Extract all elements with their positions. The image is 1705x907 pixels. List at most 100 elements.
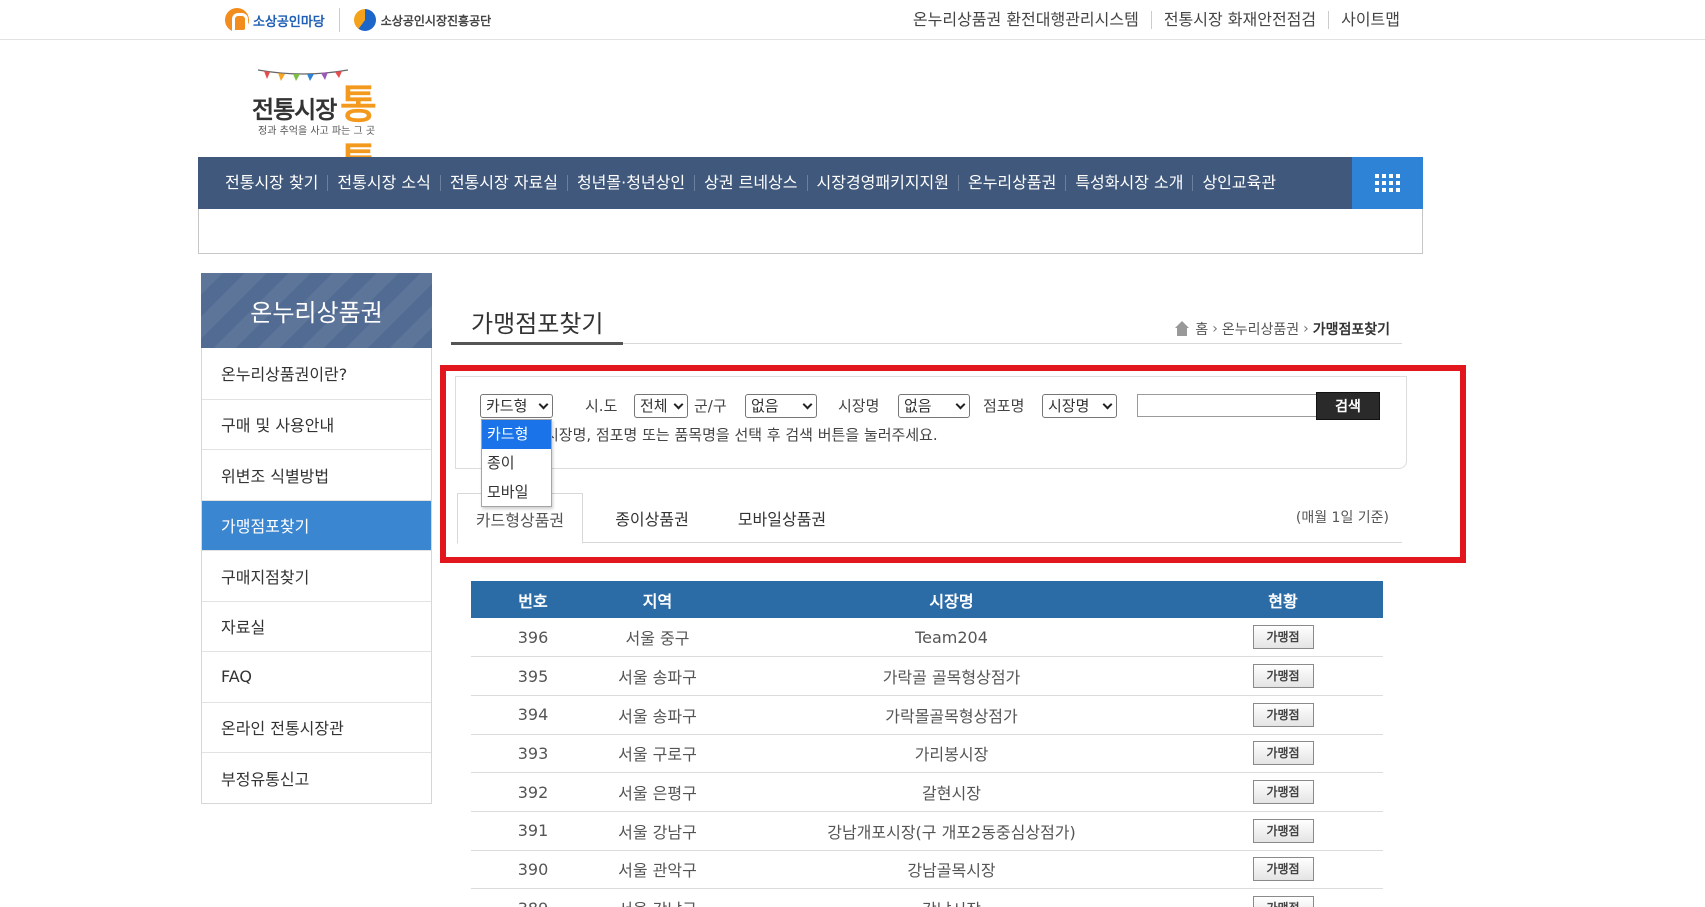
store-list-button[interactable]: 가맹점: [1252, 702, 1314, 727]
semas-logo-icon: [353, 9, 376, 31]
highlight-annotation-box: [440, 365, 1466, 563]
home-icon[interactable]: [1173, 321, 1191, 337]
semas-logo[interactable]: 소상공인시장진흥공단: [353, 9, 492, 31]
sbiz-logo[interactable]: 소상공인마당: [225, 8, 325, 33]
store-list-button[interactable]: 가맹점: [1252, 857, 1314, 882]
gnb-item-find-market[interactable]: 전통시장 찾기: [216, 175, 327, 191]
cell-number: 392: [471, 772, 595, 812]
cell-number: 389: [471, 888, 595, 907]
column-header-number: 번호: [471, 581, 595, 618]
util-divider: [338, 8, 340, 32]
gnb-item-archive[interactable]: 전통시장 자료실: [439, 175, 567, 191]
side-nav-list: 온누리상품권이란? 구매 및 사용안내 위변조 식별방법 가맹점포찾기 구매지점…: [201, 348, 432, 804]
store-list-button[interactable]: 가맹점: [1252, 896, 1314, 907]
cell-market: Team204: [720, 618, 1183, 658]
utility-bar: 소상공인마당 소상공인시장진흥공단 온누리상품권 환전대행관리시스템 전통시장 …: [0, 0, 1705, 40]
table-header-row: 번호 지역 시장명 현황: [471, 581, 1383, 618]
side-nav-item-guide[interactable]: 구매 및 사용안내: [202, 398, 431, 450]
breadcrumb-separator-icon: ›: [1303, 321, 1309, 337]
util-links: 온누리상품권 환전대행관리시스템 전통시장 화재안전점검 사이트맵: [901, 6, 1412, 34]
cell-region: 서울 송파구: [595, 656, 720, 696]
sbiz-logo-text: 소상공인마당: [253, 14, 325, 30]
cell-market: 가락골 골목형상점가: [720, 656, 1183, 696]
cell-status: 가맹점: [1183, 695, 1383, 735]
cell-region: 서울 송파구: [595, 695, 720, 735]
logo-name-primary: 전통시장: [252, 96, 337, 124]
column-header-status: 현황: [1183, 581, 1383, 618]
side-nav-item-report[interactable]: 부정유통신고: [202, 752, 431, 803]
cell-market: 갈현시장: [720, 772, 1183, 812]
store-list-button[interactable]: 가맹점: [1252, 741, 1314, 766]
cell-status: 가맹점: [1183, 656, 1383, 696]
cell-number: 395: [471, 656, 595, 696]
table-row: 392 서울 은평구 갈현시장 가맹점: [471, 772, 1383, 812]
gnb-item-renaissance[interactable]: 상권 르네상스: [694, 175, 806, 191]
gnb-item-special-market[interactable]: 특성화시장 소개: [1065, 175, 1192, 191]
side-nav-item-faq[interactable]: FAQ: [202, 651, 431, 702]
table-row: 396 서울 중구 Team204 가맹점: [471, 618, 1383, 658]
cell-region: 서울 은평구: [595, 772, 720, 812]
all-menu-button[interactable]: [1352, 157, 1423, 209]
cell-region: 서울 중구: [595, 618, 720, 658]
logo-tagline: 정과 추억을 사고 파는 그 곳: [258, 126, 376, 137]
cell-region: 서울 관악구: [595, 850, 720, 890]
side-nav-item-online-market[interactable]: 온라인 전통시장관: [202, 701, 431, 753]
cell-market: 가리봉시장: [720, 734, 1183, 774]
side-nav-item-find-store[interactable]: 가맹점포찾기: [202, 499, 431, 550]
page-title: 가맹점포찾기: [471, 310, 604, 338]
cell-number: 393: [471, 734, 595, 774]
cell-market: 강남골목시장: [720, 850, 1183, 890]
cell-number: 396: [471, 618, 595, 658]
bunting-icon: [258, 69, 348, 81]
cell-region: 서울 강남구: [595, 811, 720, 851]
cell-market: 강남개포시장(구 개포2동중심상점가): [720, 811, 1183, 851]
store-list-button[interactable]: 가맹점: [1252, 818, 1314, 843]
side-nav-title: 온누리상품권: [250, 299, 383, 327]
store-list-button[interactable]: 가맹점: [1252, 625, 1314, 650]
breadcrumb: 홈 › 온누리상품권 › 가맹점포찾기: [1173, 319, 1390, 339]
store-list-button[interactable]: 가맹점: [1252, 780, 1314, 805]
util-link-exchange-system[interactable]: 온누리상품권 환전대행관리시스템: [901, 11, 1151, 29]
table-row: 395 서울 송파구 가락골 골목형상점가 가맹점: [471, 656, 1383, 696]
util-link-fire-safety[interactable]: 전통시장 화재안전점검: [1150, 11, 1328, 29]
sbiz-logo-icon: [225, 8, 249, 33]
table-row: 391 서울 강남구 강남개포시장(구 개포2동중심상점가) 가맹점: [471, 811, 1383, 851]
column-header-region: 지역: [595, 581, 720, 618]
side-nav-item-find-branch[interactable]: 구매지점찾기: [202, 550, 431, 601]
cell-market: 강남시장: [720, 888, 1183, 907]
column-header-market: 시장명: [720, 581, 1183, 618]
side-nav-item-counterfeit[interactable]: 위변조 식별방법: [202, 449, 431, 500]
util-link-sitemap[interactable]: 사이트맵: [1328, 11, 1412, 29]
cell-number: 390: [471, 850, 595, 890]
cell-status: 가맹점: [1183, 772, 1383, 812]
cell-number: 391: [471, 811, 595, 851]
cell-status: 가맹점: [1183, 734, 1383, 774]
main-navigation: 전통시장 찾기 전통시장 소식 전통시장 자료실 청년몰·청년상인 상권 르네상…: [198, 157, 1423, 209]
gnb-item-youth[interactable]: 청년몰·청년상인: [566, 175, 694, 191]
cell-status: 가맹점: [1183, 850, 1383, 890]
cell-region: 서울 강남구: [595, 888, 720, 907]
side-nav-header: 온누리상품권: [201, 273, 432, 348]
semas-logo-text: 소상공인시장진흥공단: [380, 13, 492, 28]
gnb-item-onnuri[interactable]: 온누리상품권: [957, 175, 1065, 191]
site-logo[interactable]: 전통시장 통통 정과 추억을 사고 파는 그 곳: [252, 68, 402, 186]
side-nav-item-about[interactable]: 온누리상품권이란?: [202, 348, 431, 399]
gnb-item-market-news[interactable]: 전통시장 소식: [327, 175, 439, 191]
gnb-items: 전통시장 찾기 전통시장 소식 전통시장 자료실 청년몰·청년상인 상권 르네상…: [216, 157, 1285, 209]
store-list-button[interactable]: 가맹점: [1252, 664, 1314, 689]
table-row: 389 서울 강남구 강남시장 가맹점: [471, 888, 1383, 907]
breadcrumb-onnuri[interactable]: 온누리상품권: [1222, 319, 1299, 339]
table-row: 390 서울 관악구 강남골목시장 가맹점: [471, 850, 1383, 890]
side-nav-item-archive[interactable]: 자료실: [202, 600, 431, 652]
title-underline: [451, 342, 623, 345]
breadcrumb-home[interactable]: 홈: [1195, 319, 1208, 339]
partner-logos: 소상공인마당 소상공인시장진흥공단: [225, 6, 491, 34]
cell-number: 394: [471, 695, 595, 735]
gnb-item-package[interactable]: 시장경영패키지지원: [806, 175, 958, 191]
side-navigation: 온누리상품권 온누리상품권이란? 구매 및 사용안내 위변조 식별방법 가맹점포…: [201, 273, 432, 804]
cell-status: 가맹점: [1183, 888, 1383, 907]
cell-market: 가락몰골목형상점가: [720, 695, 1183, 735]
breadcrumb-separator-icon: ›: [1212, 321, 1218, 337]
store-table: 번호 지역 시장명 현황 396 서울 중구 Team204 가맹점 395 서…: [471, 581, 1383, 907]
gnb-item-education[interactable]: 상인교육관: [1192, 175, 1285, 191]
